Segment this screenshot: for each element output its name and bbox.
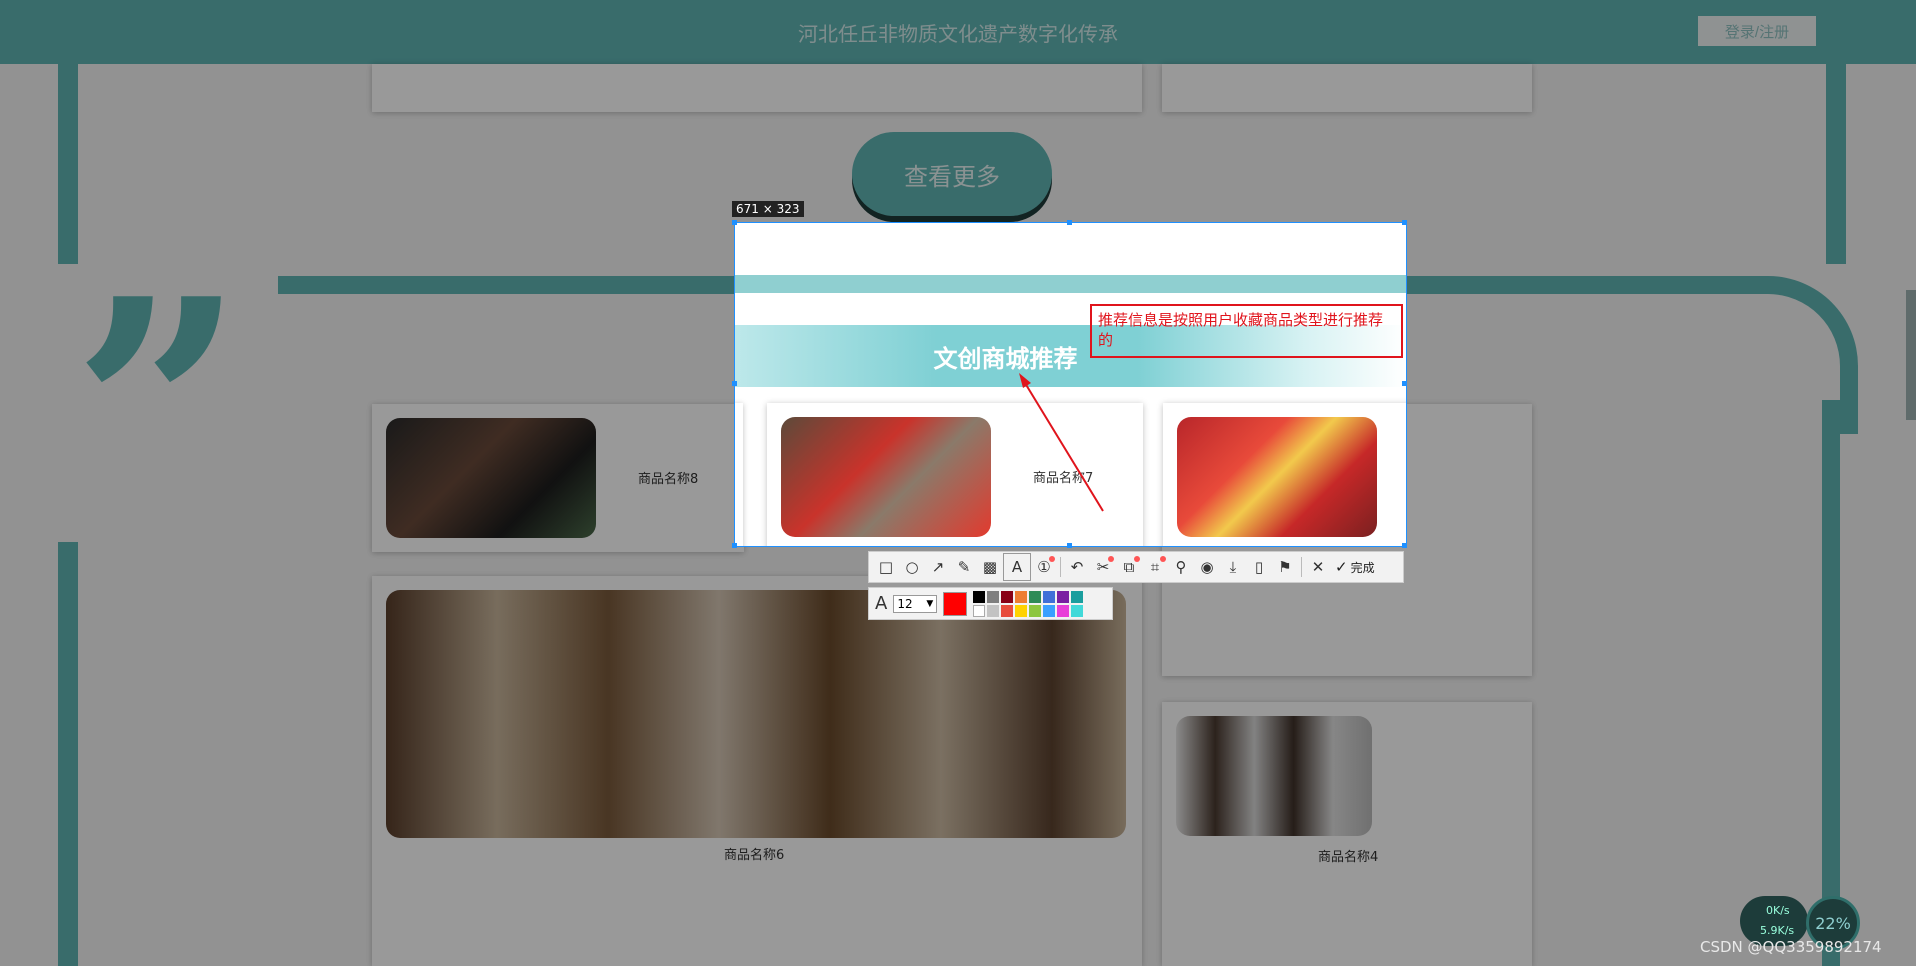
product-image — [1176, 716, 1372, 836]
color-swatch[interactable] — [1057, 590, 1070, 603]
close-icon[interactable]: ✕ — [1305, 554, 1331, 580]
product-card-6[interactable]: 商品名称6 — [372, 576, 1142, 966]
color-swatch[interactable] — [1057, 604, 1070, 617]
resize-handle-br[interactable] — [1402, 543, 1407, 548]
record-icon[interactable]: ◉ — [1194, 554, 1220, 580]
color-swatch[interactable] — [1029, 604, 1042, 617]
done-label: 完成 — [1350, 560, 1375, 575]
screenshot-selection-area[interactable]: 文创商城推荐 商品名称7 — [734, 222, 1407, 547]
annotation-textbox[interactable]: 推荐信息是按照用户收藏商品类型进行推荐的 — [1090, 304, 1403, 358]
selection-size-label: 671 × 323 — [732, 201, 804, 217]
toolbar-separator — [1060, 557, 1061, 577]
product-name: 商品名称4 — [1318, 850, 1379, 865]
ellipse-icon[interactable]: ○ — [899, 554, 925, 580]
cpu-percent: 22% — [1815, 913, 1851, 933]
rect-icon[interactable]: □ — [873, 554, 899, 580]
resize-handle-bl[interactable] — [732, 543, 737, 548]
product-card-top-right[interactable] — [1162, 64, 1532, 112]
right-deco-bar-bottom — [1822, 400, 1840, 966]
font-size-value: 12 — [897, 596, 913, 611]
color-swatch[interactable] — [1043, 604, 1056, 617]
color-swatch[interactable] — [1015, 590, 1028, 603]
bookmark-icon[interactable]: ⚑ — [1272, 554, 1298, 580]
color-swatch[interactable] — [987, 604, 1000, 617]
toolbar-separator — [1301, 557, 1302, 577]
color-palette — [973, 590, 1084, 617]
download-speed: 5.9K/s — [1760, 924, 1795, 937]
download-icon[interactable]: ⤓ — [1220, 554, 1246, 580]
product-name: 商品名称6 — [724, 848, 785, 863]
text-icon[interactable]: A — [1003, 553, 1031, 581]
phone-icon[interactable]: ▯ — [1246, 554, 1272, 580]
arrow-icon[interactable]: ↗ — [925, 554, 951, 580]
pencil-icon[interactable]: ✎ — [951, 554, 977, 580]
color-swatch[interactable] — [1029, 590, 1042, 603]
annotation-arrow — [1019, 373, 1104, 512]
product-image — [386, 590, 1126, 838]
login-register-button[interactable]: 登录/注册 — [1698, 16, 1816, 46]
font-size-select[interactable]: 12 ▼ — [893, 594, 938, 613]
product-card-top-left[interactable] — [372, 64, 1142, 112]
chevron-down-icon: ▼ — [926, 598, 934, 609]
ocr-icon[interactable]: ⌗ — [1142, 554, 1168, 580]
text-style-toolbar: A 12 ▼ — [868, 587, 1113, 620]
scissors-icon[interactable]: ✂ — [1090, 554, 1116, 580]
top-header: 河北任丘非物质文化遗产数字化传承 登录/注册 — [0, 0, 1916, 64]
resize-handle-tl[interactable] — [732, 220, 737, 225]
undo-icon[interactable]: ↶ — [1064, 554, 1090, 580]
pin-icon[interactable]: ⚲ — [1168, 554, 1194, 580]
color-swatch[interactable] — [973, 590, 986, 603]
translate-icon[interactable]: ⧉ — [1116, 554, 1142, 580]
left-deco-bar-bottom — [58, 542, 78, 966]
resize-handle-tm[interactable] — [1067, 220, 1072, 225]
color-swatch[interactable] — [1001, 590, 1014, 603]
product-card-8[interactable]: 商品名称8 — [372, 404, 744, 552]
right-deco-bar-top — [1826, 64, 1846, 264]
color-swatch[interactable] — [973, 604, 986, 617]
watermark: CSDN @QQ3359892174 — [1700, 938, 1882, 956]
resize-handle-mr[interactable] — [1402, 381, 1407, 386]
number-icon[interactable]: ① — [1031, 554, 1057, 580]
current-color-swatch[interactable] — [943, 591, 968, 616]
check-icon: ✓ — [1335, 558, 1348, 576]
color-swatch[interactable] — [1001, 604, 1014, 617]
product-card-4[interactable]: 商品名称4 — [1162, 702, 1532, 966]
quote-mark-icon: ” — [72, 233, 245, 586]
resize-handle-tr[interactable] — [1402, 220, 1407, 225]
color-swatch[interactable] — [1071, 590, 1084, 603]
mosaic-icon[interactable]: ▩ — [977, 554, 1003, 580]
color-swatch[interactable] — [1015, 604, 1028, 617]
page: 河北任丘非物质文化遗产数字化传承 登录/注册 ” 查看更多 商品名称8 商品名称… — [0, 0, 1916, 966]
product-image — [386, 418, 596, 538]
scrollbar-thumb[interactable] — [1906, 290, 1916, 420]
view-more-button[interactable]: 查看更多 — [852, 132, 1052, 216]
color-swatch[interactable] — [1043, 590, 1056, 603]
resize-handle-ml[interactable] — [732, 381, 737, 386]
color-swatch[interactable] — [987, 590, 1000, 603]
done-button[interactable]: ✓ 完成 — [1335, 558, 1375, 576]
resize-handle-bm[interactable] — [1067, 543, 1072, 548]
upload-speed: 0K/s — [1766, 904, 1790, 917]
font-icon: A — [875, 593, 888, 614]
site-title: 河北任丘非物质文化遗产数字化传承 — [798, 21, 1118, 46]
product-name: 商品名称8 — [638, 472, 699, 487]
color-swatch[interactable] — [1071, 604, 1084, 617]
screenshot-toolbar: □ ○ ↗ ✎ ▩ A ① ↶ ✂ ⧉ ⌗ ⚲ ◉ ⤓ ▯ ⚑ ✕ ✓ 完成 — [868, 551, 1404, 583]
